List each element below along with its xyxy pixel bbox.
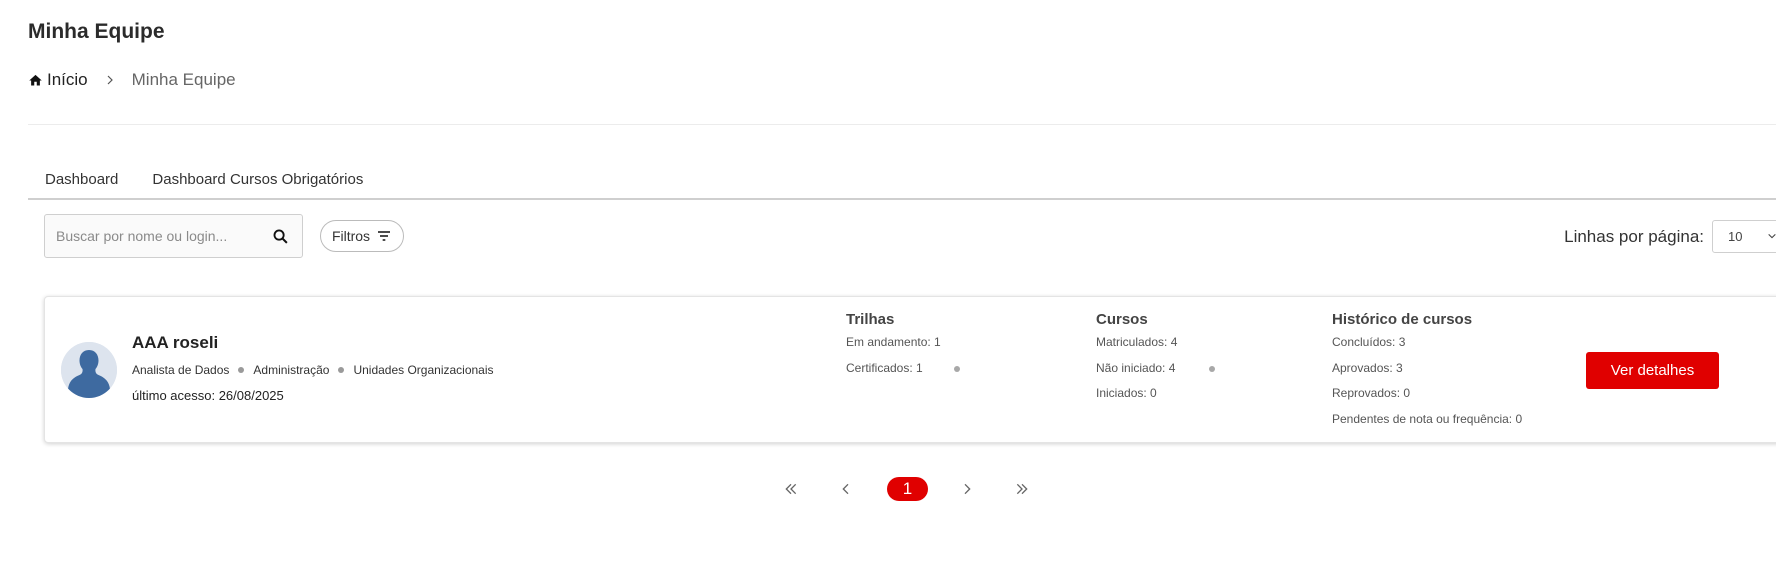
search-icon[interactable]: [258, 228, 302, 245]
breadcrumb-home-label: Início: [47, 70, 88, 89]
cursos-matriculados: Matriculados: 4: [1096, 335, 1178, 349]
tab-bar: Dashboard Dashboard Cursos Obrigatórios: [28, 165, 1776, 200]
user-tags: Analista de Dados Administração Unidades…: [132, 363, 494, 377]
historico-concluidos: Concluídos: 3: [1332, 335, 1406, 349]
trilhas-stats: Trilhas Em andamento: 1 Certificados: 1: [846, 311, 941, 384]
cursos-stats: Cursos Matriculados: 4 Não iniciado: 4 I…: [1096, 311, 1177, 410]
user-card: AAA roseli Analista de Dados Administraç…: [44, 296, 1776, 443]
separator-dot: [238, 367, 245, 373]
historico-stats: Histórico de cursos Concluídos: 3 Aprova…: [1332, 311, 1522, 435]
home-icon: [29, 74, 42, 85]
user-department: Administração: [253, 363, 330, 377]
next-page-button[interactable]: [956, 481, 978, 497]
chevron-left-icon: [842, 483, 849, 495]
trilhas-title: Trilhas: [846, 311, 895, 328]
chevron-right-icon: [104, 74, 116, 86]
tab-dashboard-cursos-obrigatorios[interactable]: Dashboard Cursos Obrigatórios: [135, 165, 380, 198]
tab-dashboard[interactable]: Dashboard: [28, 165, 135, 198]
breadcrumb: Início Minha Equipe: [28, 70, 236, 90]
rows-per-page-label: Linhas por página:: [1564, 226, 1704, 246]
historico-title: Histórico de cursos: [1332, 311, 1473, 328]
chevron-right-icon: [964, 483, 971, 495]
breadcrumb-current: Minha Equipe: [131, 70, 236, 89]
separator-dot: [338, 367, 345, 373]
user-silhouette-icon: [61, 342, 117, 398]
column-separator-dot: [954, 366, 960, 372]
avatar: [61, 342, 117, 398]
cursos-iniciados: Iniciados: 0: [1096, 386, 1157, 400]
current-page-button[interactable]: 1: [887, 477, 928, 501]
pagination: 1: [780, 477, 1033, 501]
chevrons-left-icon: [785, 483, 797, 495]
page-title: Minha Equipe: [28, 20, 165, 43]
trilhas-em-andamento: Em andamento: 1: [846, 335, 941, 349]
last-access: último acesso: 26/08/2025: [132, 388, 284, 403]
rows-per-page-value: 10: [1728, 229, 1743, 244]
cursos-title: Cursos: [1096, 311, 1148, 328]
ver-detalhes-button[interactable]: Ver detalhes: [1586, 352, 1719, 389]
rows-per-page: Linhas por página: 10: [1564, 220, 1776, 253]
search-box: [44, 214, 303, 258]
last-page-button[interactable]: [1011, 481, 1033, 497]
search-input[interactable]: [45, 228, 258, 244]
filters-label: Filtros: [331, 228, 371, 244]
header-divider: [28, 124, 1776, 125]
filter-icon: [378, 231, 391, 241]
rows-per-page-select[interactable]: 10: [1712, 220, 1776, 253]
user-role: Analista de Dados: [132, 363, 230, 377]
breadcrumb-home-link[interactable]: Início: [28, 70, 88, 90]
cursos-nao-iniciado: Não iniciado: 4: [1096, 360, 1176, 375]
chevrons-right-icon: [1016, 483, 1028, 495]
historico-reprovados: Reprovados: 0: [1332, 386, 1411, 400]
user-org-unit: Unidades Organizacionais: [353, 363, 494, 377]
chevron-down-icon: [1768, 233, 1776, 239]
filters-button[interactable]: Filtros: [320, 220, 404, 252]
previous-page-button[interactable]: [835, 481, 857, 497]
historico-pendentes: Pendentes de nota ou frequência: 0: [1332, 411, 1523, 426]
trilhas-certificados: Certificados: 1: [846, 360, 923, 375]
column-separator-dot: [1209, 366, 1215, 372]
user-name: AAA roseli: [132, 333, 219, 352]
historico-aprovados: Aprovados: 3: [1332, 360, 1403, 375]
first-page-button[interactable]: [780, 481, 802, 497]
